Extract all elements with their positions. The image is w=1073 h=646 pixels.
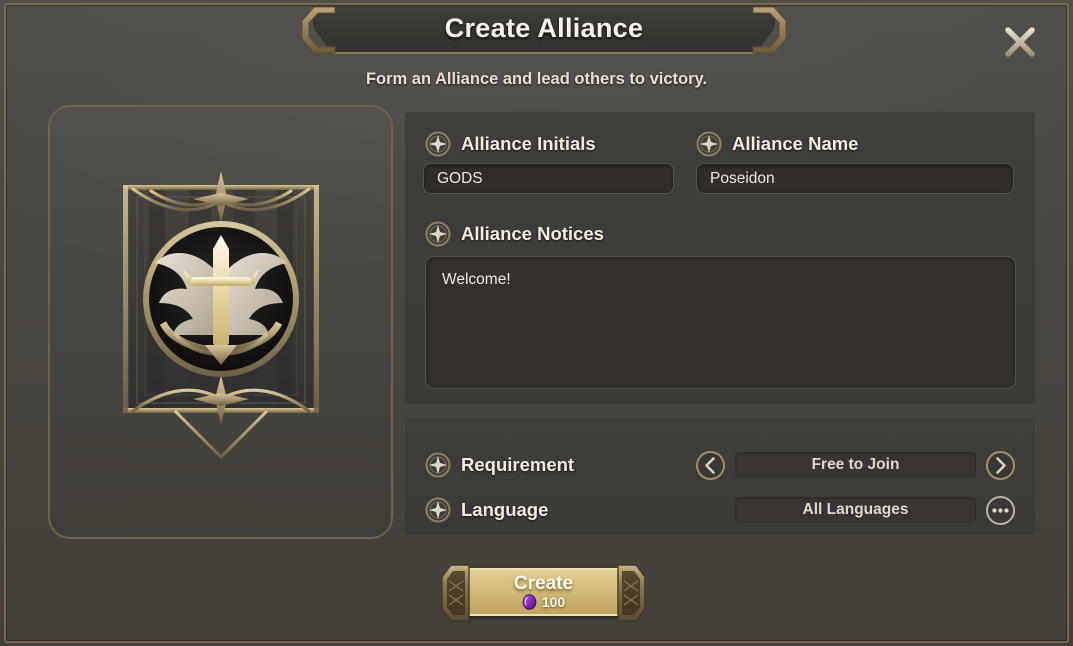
requirement-prev-button[interactable]: [695, 450, 726, 481]
create-button-face: Create 100: [455, 568, 632, 616]
close-icon: [1005, 27, 1035, 57]
alliance-name-input[interactable]: Poseidon: [696, 163, 1014, 194]
requirement-next-button[interactable]: [985, 450, 1016, 481]
star-bullet-icon: [425, 221, 451, 247]
star-bullet-icon: [696, 131, 722, 157]
dialog-subtitle: Form an Alliance and lead others to vict…: [365, 70, 708, 88]
page-title: Create Alliance: [444, 13, 644, 43]
create-button-cap-right-icon: [617, 564, 646, 622]
language-value[interactable]: All Languages: [735, 497, 976, 523]
ellipsis-icon: [992, 507, 1009, 513]
gem-icon: [522, 594, 537, 610]
star-bullet-icon: [425, 452, 451, 478]
language-row: Language All Languages: [425, 493, 1016, 527]
create-button-cost-value: 100: [541, 594, 566, 610]
create-alliance-dialog: Create Alliance Form an Alliance and lea…: [0, 0, 1073, 646]
language-label-row: Language: [425, 497, 695, 523]
winged-sword-crest-icon: [142, 221, 299, 377]
language-label: Language: [461, 499, 549, 520]
close-button[interactable]: [992, 14, 1048, 70]
alliance-name-label: Alliance Name: [732, 133, 859, 154]
requirement-row: Requirement Free to Join: [425, 448, 1016, 482]
star-bullet-icon: [425, 497, 451, 523]
requirement-controls: Free to Join: [695, 450, 1016, 481]
alliance-notices-label: Alliance Notices: [461, 223, 604, 244]
star-bullet-icon: [425, 131, 451, 157]
alliance-initials-label: Alliance Initials: [461, 133, 596, 154]
create-button-cost: 100: [522, 594, 565, 610]
create-button[interactable]: Create 100: [441, 564, 646, 622]
language-more-button[interactable]: [985, 495, 1016, 526]
alliance-options-panel: Requirement Free to Join Language All La…: [405, 418, 1035, 535]
alliance-notices-label-row: Alliance Notices: [425, 221, 604, 247]
dialog-title-bar: Create Alliance: [301, 6, 787, 54]
alliance-banner-emblem-icon: [122, 171, 319, 460]
requirement-label: Requirement: [461, 454, 575, 475]
alliance-emblem-panel[interactable]: [48, 105, 393, 539]
alliance-name-label-row: Alliance Name: [696, 131, 858, 157]
alliance-initials-label-row: Alliance Initials: [425, 131, 596, 157]
alliance-initials-input[interactable]: GODS: [423, 163, 674, 194]
alliance-notices-textarea[interactable]: Welcome!: [425, 256, 1016, 389]
language-controls: All Languages: [695, 495, 1016, 526]
dialog-content: Create Alliance Form an Alliance and lea…: [7, 6, 1066, 640]
requirement-label-row: Requirement: [425, 452, 695, 478]
alliance-form-panel: Alliance Initials GODS Alliance Name Pos…: [405, 112, 1035, 404]
create-button-cap-left-icon: [441, 564, 470, 622]
requirement-value[interactable]: Free to Join: [735, 452, 976, 478]
create-button-label: Create: [513, 573, 574, 594]
